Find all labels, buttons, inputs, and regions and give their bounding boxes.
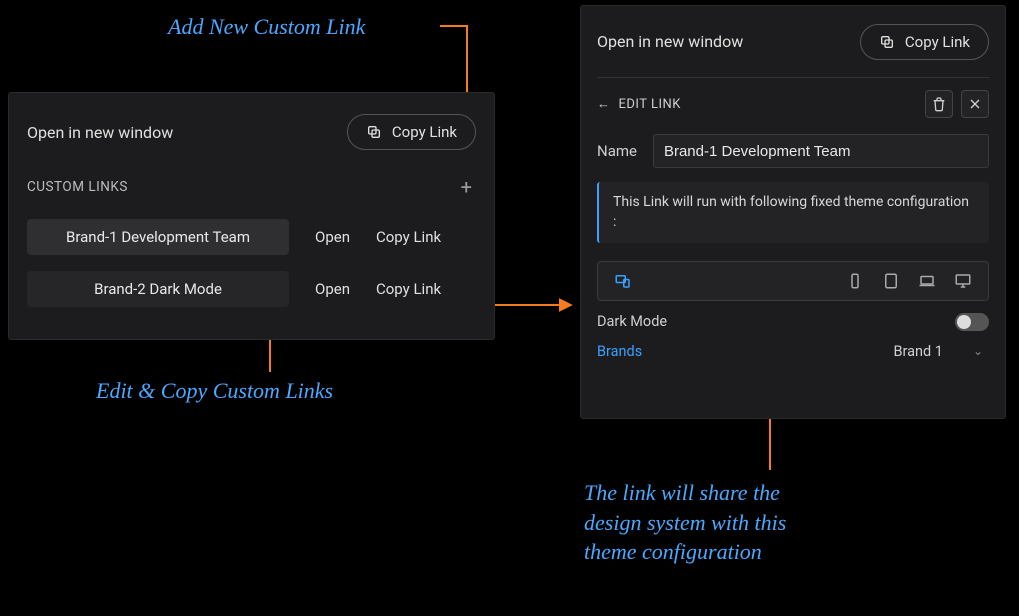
open-link-action[interactable]: Open bbox=[315, 280, 350, 298]
link-name-input[interactable] bbox=[653, 134, 989, 168]
name-label: Name bbox=[597, 142, 637, 160]
arrow-left-icon: ← bbox=[597, 96, 611, 112]
copy-link-button[interactable]: Copy Link bbox=[347, 114, 476, 150]
device-tabs bbox=[597, 261, 989, 301]
device-tablet-icon[interactable] bbox=[876, 266, 906, 296]
custom-link-chip[interactable]: Brand-2 Dark Mode bbox=[27, 271, 289, 307]
copy-link-button[interactable]: Copy Link bbox=[860, 24, 989, 60]
chevron-down-icon: ⌄ bbox=[973, 344, 983, 358]
theme-config-info: This Link will run with following fixed … bbox=[597, 182, 989, 243]
dark-mode-label: Dark Mode bbox=[597, 313, 667, 330]
add-custom-link-button[interactable]: + bbox=[457, 175, 476, 199]
custom-link-chip[interactable]: Brand-1 Development Team bbox=[27, 219, 289, 255]
edit-link-back[interactable]: ← EDIT LINK bbox=[597, 96, 681, 112]
copy-link-label: Copy Link bbox=[392, 123, 457, 141]
copy-link-action[interactable]: Copy Link bbox=[376, 228, 441, 246]
trash-icon bbox=[931, 96, 947, 112]
custom-links-panel: Open in new window Copy Link CUSTOM LINK… bbox=[8, 92, 495, 340]
dark-mode-toggle[interactable] bbox=[955, 313, 989, 331]
brands-link[interactable]: Brands bbox=[597, 343, 642, 360]
open-link-action[interactable]: Open bbox=[315, 228, 350, 246]
device-laptop-icon[interactable] bbox=[912, 266, 942, 296]
annotation-edit-copy: Edit & Copy Custom Links bbox=[96, 376, 333, 406]
open-new-window-link[interactable]: Open in new window bbox=[597, 32, 743, 51]
annotation-theme-config: The link will share the design system wi… bbox=[584, 478, 786, 567]
device-phone-icon[interactable] bbox=[840, 266, 870, 296]
device-responsive-icon[interactable] bbox=[608, 266, 638, 296]
copy-icon bbox=[366, 124, 382, 140]
copy-link-action[interactable]: Copy Link bbox=[376, 280, 441, 298]
custom-links-heading: CUSTOM LINKS bbox=[27, 179, 128, 195]
annotation-add-new: Add New Custom Link bbox=[168, 12, 365, 42]
edit-link-title: EDIT LINK bbox=[619, 97, 681, 112]
close-icon bbox=[967, 96, 983, 112]
brand-selected-value: Brand 1 bbox=[893, 343, 942, 360]
delete-link-button[interactable] bbox=[925, 90, 953, 118]
open-new-window-link[interactable]: Open in new window bbox=[27, 123, 173, 142]
brand-select[interactable]: Brand 1 ⌄ bbox=[893, 343, 989, 360]
copy-icon bbox=[879, 34, 895, 50]
close-edit-button[interactable] bbox=[961, 90, 989, 118]
copy-link-label: Copy Link bbox=[905, 33, 970, 51]
device-desktop-icon[interactable] bbox=[948, 266, 978, 296]
edit-link-panel: Open in new window Copy Link ← EDIT LINK… bbox=[580, 5, 1006, 419]
